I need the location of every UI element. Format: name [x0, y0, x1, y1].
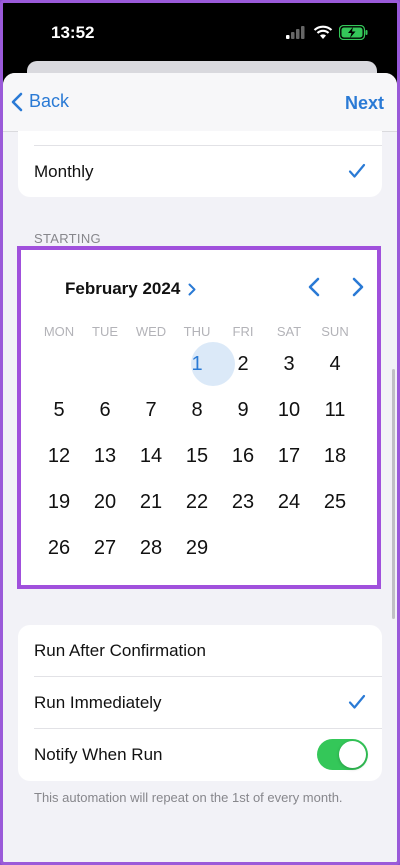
notify-toggle[interactable] — [317, 739, 368, 770]
weekday-label: SUN — [321, 324, 349, 339]
calendar-day[interactable]: 7 — [128, 390, 174, 430]
calendar-day[interactable]: 19 — [36, 482, 82, 522]
calendar-day[interactable]: 2 — [220, 344, 266, 384]
calendar-day[interactable]: 11 — [312, 390, 358, 430]
toggle-knob — [339, 741, 366, 768]
calendar-day[interactable]: 20 — [82, 482, 128, 522]
month-title: February 2024 — [65, 279, 181, 298]
calendar-day[interactable]: 23 — [220, 482, 266, 522]
calendar-day[interactable]: 12 — [36, 436, 82, 476]
calendar-day[interactable]: 25 — [312, 482, 358, 522]
calendar-day[interactable]: 15 — [174, 436, 220, 476]
monthly-label: Monthly — [34, 162, 94, 181]
automation-sheet: Back Next Monthly STARTING February 2024 — [3, 73, 397, 862]
option-label: Run After Confirmation — [34, 641, 206, 660]
option-run-immediately[interactable]: Run Immediately — [18, 677, 382, 729]
weekday-label: MON — [43, 324, 75, 339]
weekday-label: THU — [183, 324, 211, 339]
calendar-day[interactable]: 14 — [128, 436, 174, 476]
calendar-day[interactable]: 5 — [36, 390, 82, 430]
calendar-day[interactable]: 29 — [174, 528, 220, 568]
status-bar: 13:52 — [3, 3, 397, 63]
run-options-card: Run After Confirmation Run Immediately N… — [18, 625, 382, 781]
calendar-day[interactable]: 18 — [312, 436, 358, 476]
calendar-day[interactable]: 4 — [312, 344, 358, 384]
calendar-day[interactable]: 8 — [174, 390, 220, 430]
option-notify-when-run: Notify When Run — [18, 729, 382, 781]
calendar-day[interactable]: 10 — [266, 390, 312, 430]
monthly-row[interactable]: Monthly — [18, 146, 382, 197]
calendar-day[interactable]: 22 — [174, 482, 220, 522]
screen: 13:52 Back Next Monthly STARTING Februar… — [0, 0, 400, 865]
status-time: 13:52 — [51, 23, 95, 42]
calendar-day[interactable]: 13 — [82, 436, 128, 476]
calendar-day[interactable]: 3 — [266, 344, 312, 384]
option-label: Run Immediately — [34, 693, 162, 712]
cellular-signal-icon — [286, 26, 305, 39]
wifi-icon — [313, 25, 333, 39]
calendar-day[interactable]: 9 — [220, 390, 266, 430]
calendar-day[interactable]: 6 — [82, 390, 128, 430]
scrollbar[interactable] — [392, 369, 395, 619]
chevron-left-icon — [11, 92, 23, 111]
starting-section-header: STARTING — [34, 231, 101, 246]
weekday-label: WED — [135, 324, 167, 339]
calendar-day[interactable]: 28 — [128, 528, 174, 568]
weekday-label: TUE — [92, 324, 118, 339]
next-button[interactable]: Next — [345, 93, 384, 114]
calendar-day[interactable]: 24 — [266, 482, 312, 522]
weekday-label: FRI — [232, 324, 254, 339]
calendar-day[interactable]: 16 — [220, 436, 266, 476]
option-label: Notify When Run — [34, 745, 163, 764]
back-label: Back — [29, 91, 70, 111]
calendar-day[interactable]: 26 — [36, 528, 82, 568]
frequency-card: Monthly — [18, 131, 382, 197]
calendar-day[interactable]: 21 — [128, 482, 174, 522]
calendar-day[interactable]: 27 — [82, 528, 128, 568]
month-year-selector[interactable]: February 2024 — [65, 279, 196, 299]
navigation-bar: Back Next — [3, 73, 397, 132]
repeat-footnote: This automation will repeat on the 1st o… — [34, 790, 343, 805]
next-month-button[interactable] — [351, 277, 365, 297]
battery-charging-icon — [339, 25, 368, 40]
checkmark-icon — [348, 694, 366, 709]
checkmark-icon — [348, 163, 366, 178]
calendar-day[interactable]: 17 — [266, 436, 312, 476]
previous-month-button[interactable] — [307, 277, 321, 297]
back-button[interactable]: Back — [11, 91, 69, 112]
weekday-label: SAT — [276, 324, 302, 339]
option-run-after-confirmation[interactable]: Run After Confirmation — [18, 625, 382, 677]
calendar-date-picker: February 2024 MON TUE WED THU FRI SAT SUN 1234… — [17, 246, 381, 589]
calendar-day-selected[interactable]: 1 — [174, 344, 220, 384]
chevron-right-icon — [188, 283, 196, 295]
